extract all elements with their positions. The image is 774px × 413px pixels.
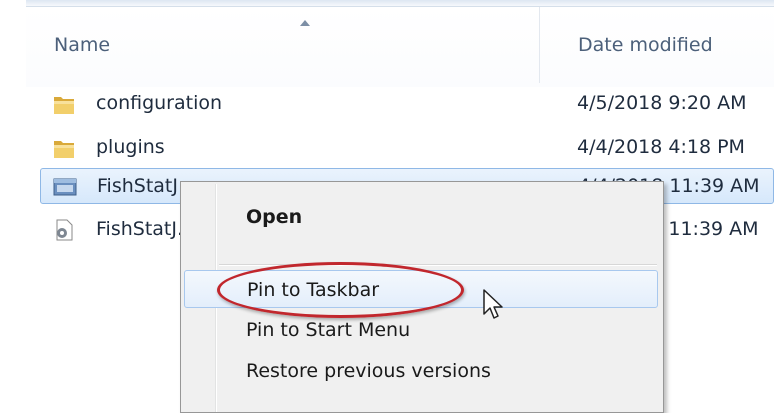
- highlight-ring: [217, 262, 464, 318]
- menu-item-label: Pin to Start Menu: [246, 319, 411, 341]
- settings-file-icon: [52, 218, 76, 242]
- folder-icon: [52, 136, 76, 160]
- menu-item-restore-previous-versions[interactable]: Restore previous versions: [184, 352, 658, 390]
- menu-item-label: Restore previous versions: [246, 360, 491, 382]
- file-date: 4/5/2018 9:20 AM: [577, 92, 747, 114]
- file-name: configuration: [96, 92, 223, 114]
- column-separator[interactable]: [539, 7, 540, 83]
- column-header-name[interactable]: Name: [54, 34, 110, 56]
- file-row-configuration[interactable]: configuration 4/5/2018 9:20 AM: [40, 86, 774, 122]
- file-date: 4/4/2018 4:18 PM: [577, 136, 745, 158]
- window-top-edge: [26, 0, 774, 7]
- file-name: plugins: [96, 136, 165, 158]
- menu-item-label: Open: [246, 206, 303, 228]
- folder-icon: [52, 92, 76, 116]
- mouse-pointer-icon: [482, 288, 504, 322]
- file-row-plugins[interactable]: plugins 4/4/2018 4:18 PM: [40, 130, 774, 166]
- column-header-date-modified[interactable]: Date modified: [578, 34, 713, 56]
- menu-item-open[interactable]: Open: [184, 198, 658, 236]
- exe-icon: [53, 175, 77, 199]
- menu-item-pin-to-start-menu[interactable]: Pin to Start Menu: [184, 311, 658, 349]
- sort-ascending-icon: [300, 20, 310, 26]
